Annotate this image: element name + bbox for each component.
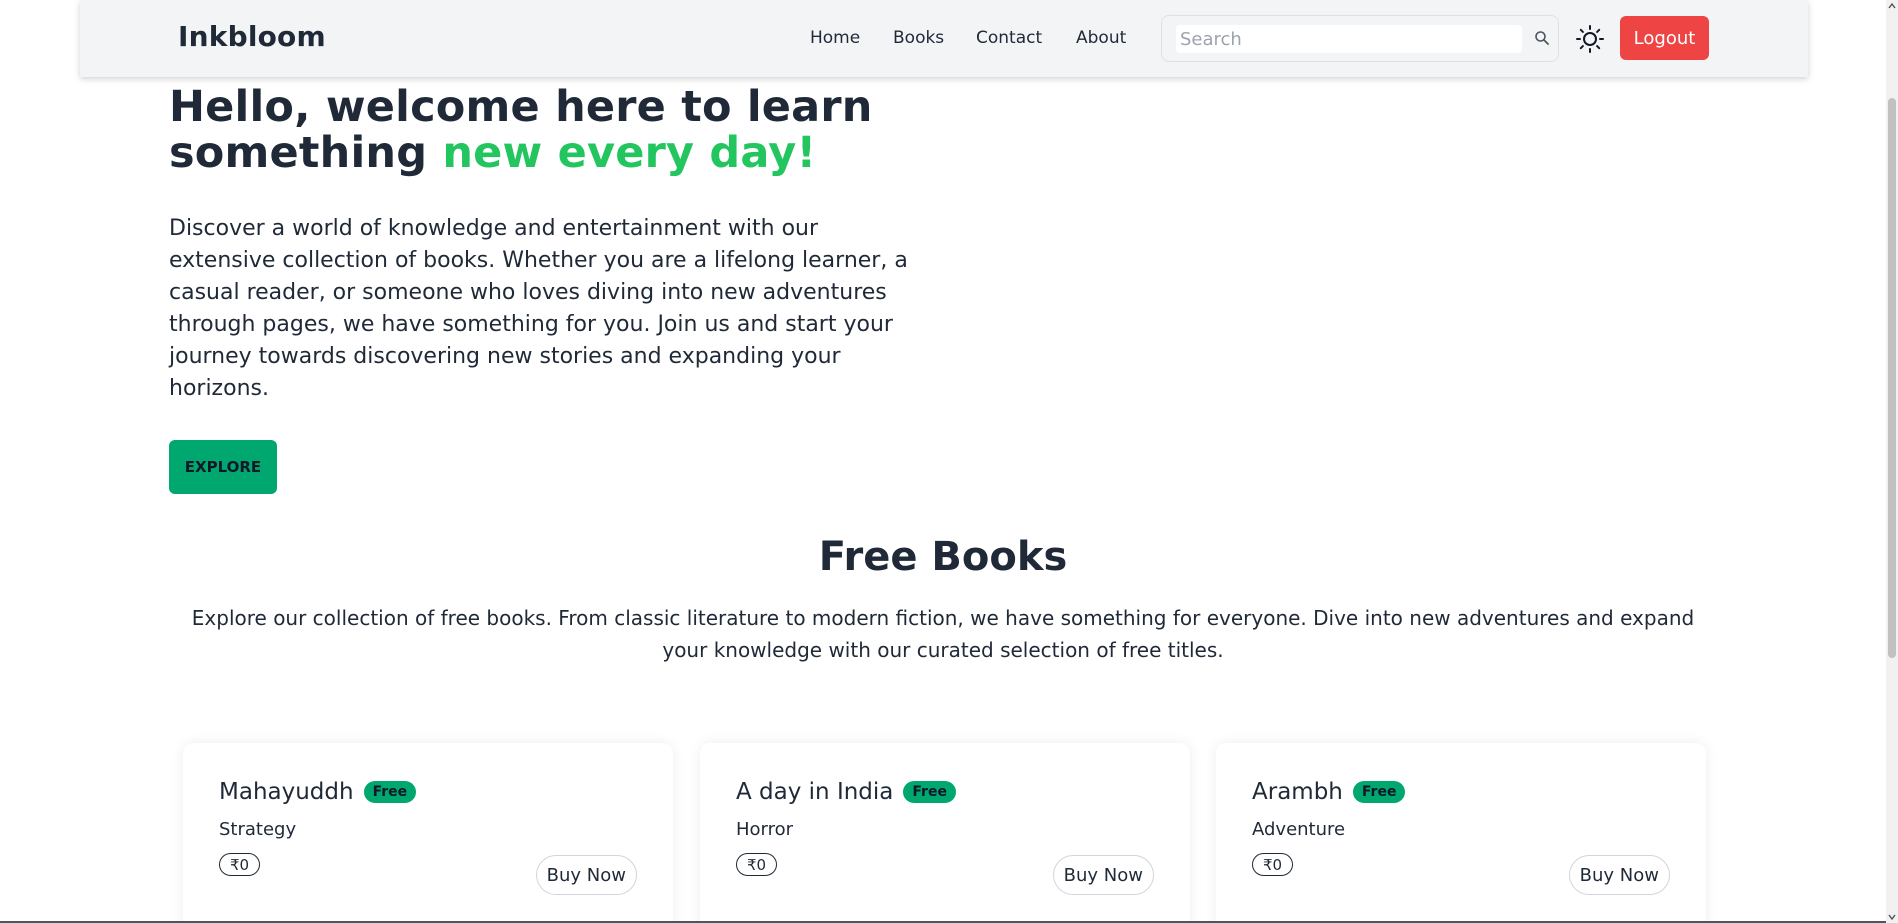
brand-logo[interactable]: Inkbloom [178, 20, 326, 53]
hero-description: Discover a world of knowledge and entert… [169, 216, 908, 401]
hero-title-accent: new every day! [442, 128, 817, 178]
navbar: Inkbloom Home Books Contact About Search… [80, 0, 1808, 77]
free-badge: Free [1352, 781, 1406, 803]
explore-button[interactable]: EXPLORE [169, 440, 277, 494]
free-books-description: Explore our collection of free books. Fr… [191, 606, 1695, 662]
page: Inkbloom Home Books Contact About Search… [0, 0, 1898, 923]
scrollbar-thumb[interactable] [1888, 98, 1896, 658]
buy-now-button[interactable]: Buy Now [1052, 855, 1154, 895]
vertical-scrollbar[interactable] [1886, 0, 1898, 923]
logout-button[interactable]: Logout [1620, 16, 1709, 60]
free-badge: Free [903, 781, 956, 803]
book-card-a-day-in-india[interactable]: A day in India Free Horror ₹0 Buy Now [700, 743, 1190, 923]
scroll-up-arrow-icon[interactable] [1888, 2, 1896, 10]
nav-link-contact[interactable]: Contact [976, 28, 1042, 48]
nav-link-home[interactable]: Home [810, 28, 860, 48]
book-title: Arambh [1252, 779, 1343, 805]
book-category: Adventure [1252, 819, 1346, 840]
book-card-mahayuddh[interactable]: Mahayuddh Free Strategy ₹0 Buy Now [183, 743, 673, 923]
book-category: Strategy [219, 819, 297, 840]
book-title: Mahayuddh [219, 779, 354, 805]
hero-title: Hello, welcome here to learn something n… [169, 84, 969, 176]
book-category: Horror [736, 819, 794, 840]
price-badge: ₹0 [736, 853, 778, 876]
book-card-arambh[interactable]: Arambh Free Adventure ₹0 Buy Now [1216, 743, 1706, 923]
book-title: A day in India [736, 779, 894, 805]
price-badge: ₹0 [219, 853, 261, 876]
nav-link-about[interactable]: About [1076, 28, 1126, 48]
card-title-row: Mahayuddh Free [219, 779, 417, 805]
card-title-row: A day in India Free [736, 779, 956, 805]
nav-link-books[interactable]: Books [893, 28, 944, 48]
buy-now-button[interactable]: Buy Now [535, 855, 637, 895]
search-input[interactable] [1176, 25, 1522, 53]
free-badge: Free [363, 781, 417, 803]
price-badge: ₹0 [1252, 853, 1294, 876]
free-books-title: Free Books [818, 534, 1068, 580]
sun-icon[interactable] [1575, 24, 1605, 54]
search-icon[interactable] [1534, 30, 1550, 46]
card-title-row: Arambh Free [1252, 779, 1406, 805]
search-box [1161, 15, 1559, 62]
buy-now-button[interactable]: Buy Now [1568, 855, 1670, 895]
scroll-down-arrow-icon[interactable] [1888, 913, 1896, 921]
